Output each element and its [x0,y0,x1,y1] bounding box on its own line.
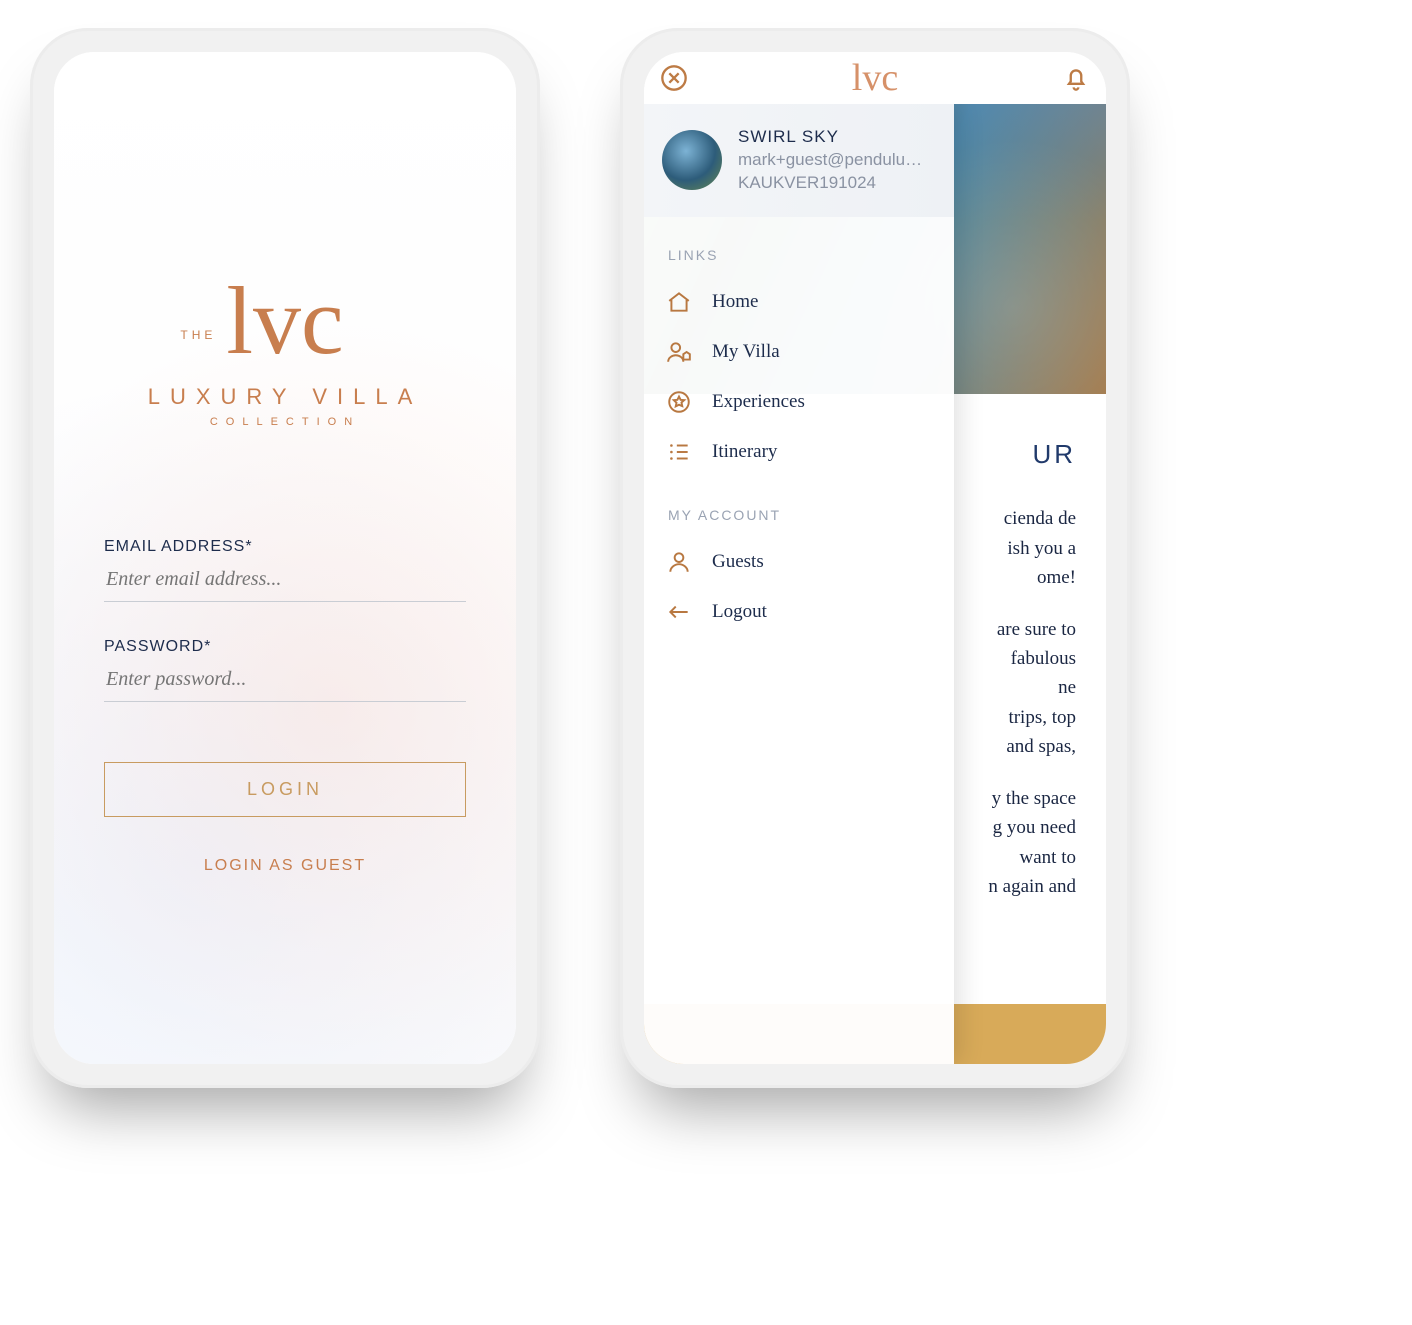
nav-item-label: My Villa [712,341,780,363]
brand-name: LUXURY VILLA [104,384,466,410]
nav-item-my-villa[interactable]: My Villa [644,327,954,377]
brand-script: lvc [226,267,343,374]
phone-frame-login: THE lvc LUXURY VILLA COLLECTION EMAIL AD… [30,28,540,1088]
email-input[interactable] [104,556,466,602]
section-links-label: LINKS [644,217,954,277]
star-badge-icon [666,389,692,415]
nav-item-guests[interactable]: Guests [644,537,954,587]
brand-the: THE [180,332,216,339]
brand-sub: COLLECTION [104,416,466,428]
user-email: mark+guest@pendulumcr... [738,149,936,172]
email-label: EMAIL ADDRESS* [104,538,466,556]
nav-item-itinerary[interactable]: Itinerary [644,427,954,477]
home-screen-with-drawer: lvc UR cienda de ish you a ome! are sure… [644,52,1106,1064]
topbar-logo: lvc [852,59,898,97]
user-header[interactable]: SWIRL SKY mark+guest@pendulumcr... KAUKV… [644,104,954,217]
topbar: lvc [644,52,1106,104]
close-icon[interactable] [660,64,688,92]
nav-item-experiences[interactable]: Experiences [644,377,954,427]
password-label: PASSWORD* [104,638,466,656]
nav-item-logout[interactable]: Logout [644,587,954,637]
user-icon [666,549,692,575]
phone-frame-menu: lvc UR cienda de ish you a ome! are sure… [620,28,1130,1088]
nav-item-label: Guests [712,551,764,573]
arrow-left-icon [666,599,692,625]
login-button[interactable]: LOGIN [104,762,466,817]
user-name: SWIRL SKY [738,126,936,149]
nav-item-label: Home [712,291,758,313]
avatar [662,130,722,190]
nav-item-label: Itinerary [712,441,777,463]
nav-item-label: Experiences [712,391,805,413]
user-ref: KAUKVER191024 [738,172,936,195]
home-icon [666,289,692,315]
nav-item-label: Logout [712,601,767,623]
villa-icon [666,339,692,365]
login-as-guest-link[interactable]: LOGIN AS GUEST [104,857,466,875]
brand-logo: THE lvc LUXURY VILLA COLLECTION [104,292,466,428]
nav-drawer: SWIRL SKY mark+guest@pendulumcr... KAUKV… [644,104,954,1064]
bell-icon[interactable] [1062,64,1090,92]
password-input[interactable] [104,656,466,702]
login-screen: THE lvc LUXURY VILLA COLLECTION EMAIL AD… [54,52,516,1064]
nav-item-home[interactable]: Home [644,277,954,327]
section-account-label: MY ACCOUNT [644,477,954,537]
list-icon [666,439,692,465]
